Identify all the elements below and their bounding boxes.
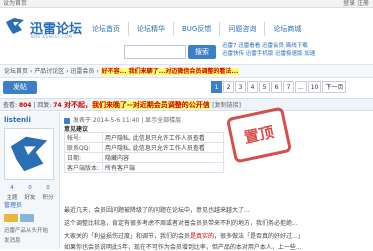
top-bar: 设为首页 登录 注册: [0, 0, 373, 8]
author-name[interactable]: listenli: [4, 116, 31, 124]
post-paragraph-4: 如果你也会员说明此5年，现在不可作为会员增到比率，但产品的本对用户本人，上一些.…: [64, 244, 302, 251]
page-2[interactable]: 2: [223, 81, 234, 93]
post-icon: [64, 117, 70, 124]
search-input[interactable]: [124, 45, 186, 59]
post-meta: 发表于 2014-5-6 11:40 | 显示全部楼层: [64, 115, 370, 124]
login-register-link[interactable]: 登录 注册: [343, 0, 369, 8]
logo-subtitle: BBS.XUNLEI.COM: [31, 34, 73, 39]
thread-bar: 查看: 804 | 回复: 74 对不起，我们来晚了--对近期会员调整的公开信 …: [0, 98, 373, 111]
breadcrumb-path[interactable]: 论坛首页 › 产品讨论区 › 迅雷会员 ›: [4, 68, 101, 75]
nav-essence[interactable]: 论坛精华: [129, 22, 174, 36]
author-level: 管理员: [4, 202, 23, 209]
post-paragraph-2: 这个调整比较急，肯定有很多考虑不周或者对普会员员带来不利的地方，我们务必拒绝..…: [64, 220, 298, 227]
page-4[interactable]: 4: [247, 81, 258, 93]
post-paragraph-3: 大家关的「利益损伤过度」和调节，我们的会员是真实的，很多做法「是否真的好好过..…: [64, 233, 304, 240]
hot-keywords-line-2[interactable]: 迅雷快传 迅雷手机版 迅雷极速版 加速: [222, 50, 370, 58]
badge-icon: [20, 214, 34, 222]
info-table: 帐号: 用户隐私, 此信息只允许工作人员查看 联系QQ: 用户隐私, 此信息只允许工…: [64, 132, 224, 173]
post-paragraph-1: 最近几天，会员因问题被降级了的问题在论坛中，意见也越来越大了...: [64, 207, 250, 214]
send-message-link[interactable]: 发消息: [4, 236, 21, 244]
nav-bug-feedback[interactable]: BUG反馈: [174, 22, 221, 36]
page-1[interactable]: 1: [211, 81, 222, 93]
breadcrumb: 论坛首页 › 产品讨论区 › 迅雷会员 › 好不容... 我们来聊了...对迈微…: [0, 64, 373, 78]
nav-questions[interactable]: 问题咨询: [220, 22, 266, 36]
page-3[interactable]: 3: [235, 81, 246, 93]
author-avatar[interactable]: [4, 128, 54, 180]
main-nav: 论坛首页 论坛精华 BUG反馈 问题咨询 论坛商城: [84, 22, 309, 36]
search-button[interactable]: 搜索: [188, 45, 216, 59]
pagination: 1 2 3 4 5 6 7... 10 下一页: [210, 81, 347, 94]
breadcrumb-current: 好不容... 我们来聊了...对迈微信会员调整的看法...: [100, 68, 240, 75]
copy-link-button[interactable]: [复制链接]: [212, 102, 241, 109]
nav-mall[interactable]: 论坛商城: [265, 22, 309, 36]
hot-keywords-line-1[interactable]: 迅雷7 迅雷看看 迅雷会员 离线下载: [222, 42, 370, 50]
new-post-button[interactable]: 发帖: [3, 81, 37, 94]
medal-icon: [4, 214, 18, 222]
page-ellipsis: ...: [295, 81, 307, 93]
thread-title: 对不起，我们来晚了--对近期会员调整的公开信 [复制链接]: [64, 101, 241, 109]
next-page-button[interactable]: 下一页: [322, 81, 347, 93]
xunlei-bird-logo-icon: [6, 18, 24, 34]
view-count: 804: [18, 102, 32, 109]
thread-stats: 查看: 804 | 回复: 74: [3, 102, 62, 109]
set-homepage-link[interactable]: 设为首页: [3, 0, 27, 8]
page-7[interactable]: 7: [283, 81, 294, 93]
author-signature: 迅雷产品从头开始: [4, 228, 49, 234]
page-5[interactable]: 5: [259, 81, 270, 93]
page-10[interactable]: 10: [307, 81, 322, 93]
hot-keywords: 迅雷7 迅雷看看 迅雷会员 离线下载 迅雷快传 迅雷手机版 迅雷极速版 加速: [222, 42, 370, 58]
nav-home[interactable]: 论坛首页: [84, 22, 129, 36]
reply-count: 74: [53, 102, 62, 109]
page-6[interactable]: 6: [271, 81, 282, 93]
